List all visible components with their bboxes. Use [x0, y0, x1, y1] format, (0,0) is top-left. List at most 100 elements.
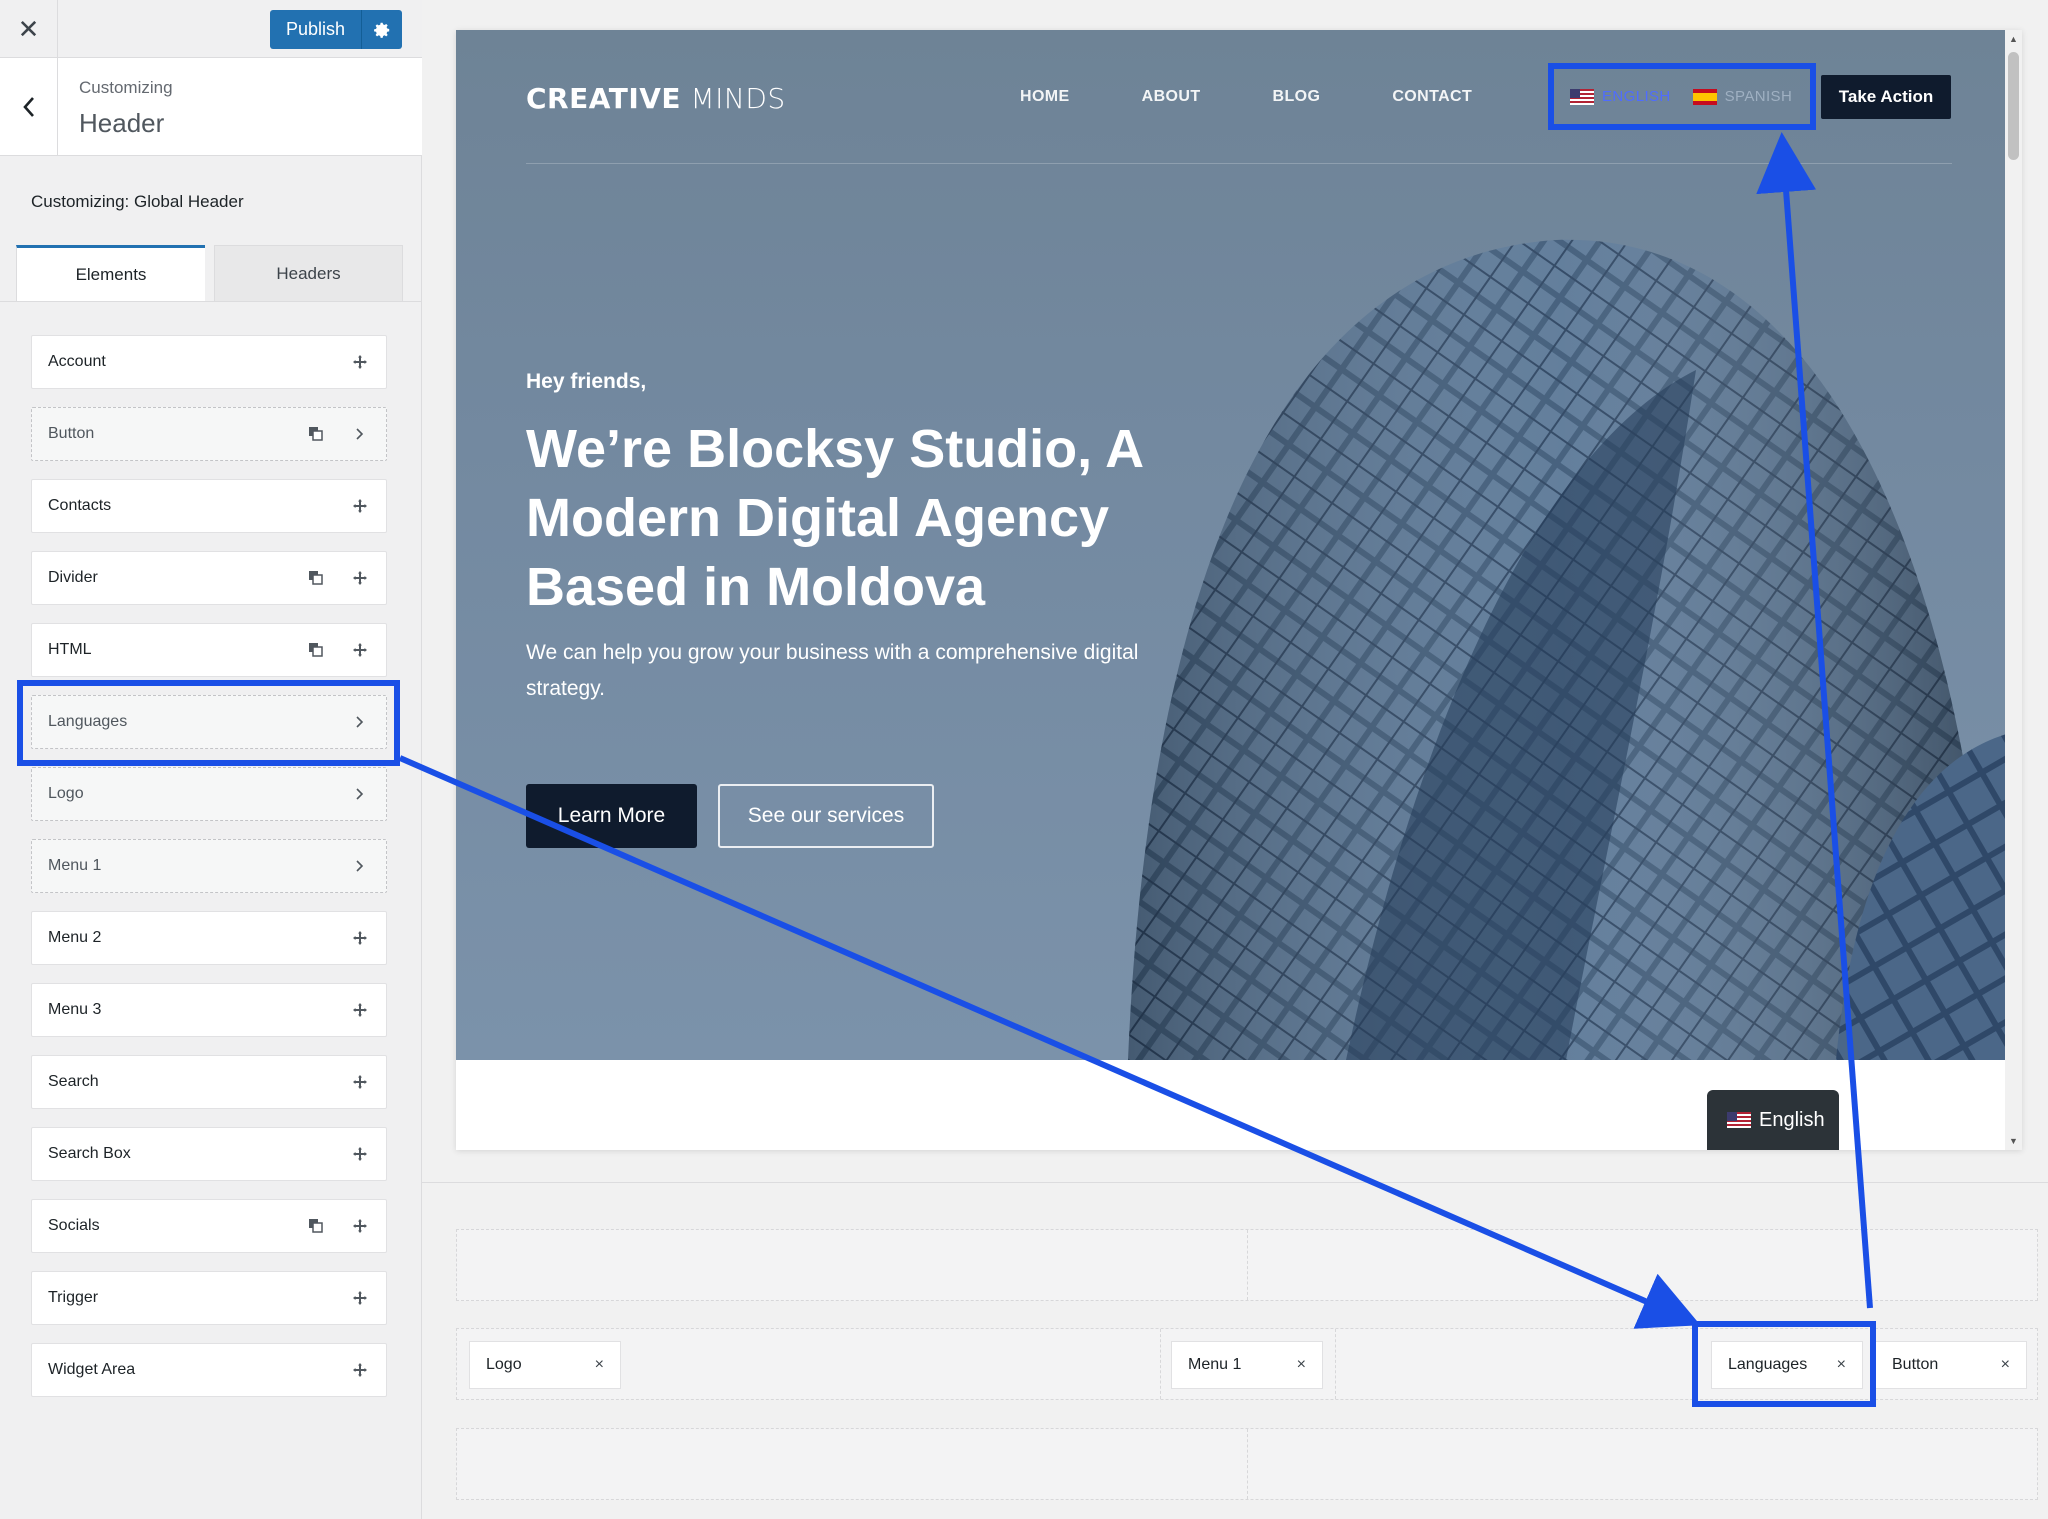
scroll-down-icon[interactable]: ▼: [2009, 1136, 2018, 1146]
breadcrumb: Customizing: [79, 78, 173, 97]
customizer-sidebar: ✕ Publish Customizing Header Customizing…: [0, 0, 422, 1519]
chip-label: Menu 1: [1188, 1356, 1242, 1373]
site-nav: HOME ABOUT BLOG CONTACT: [1020, 88, 1472, 106]
row-column-divider: [1335, 1329, 1336, 1399]
tabs-divider: [0, 301, 422, 302]
element-socials[interactable]: Socials: [31, 1199, 387, 1253]
tabs: Elements Headers: [16, 245, 403, 302]
chevron-right-icon[interactable]: [350, 856, 370, 876]
element-logo[interactable]: Logo: [31, 767, 387, 821]
take-action-button[interactable]: Take Action: [1821, 75, 1951, 119]
remove-icon[interactable]: ×: [595, 1356, 604, 1374]
element-label: Search: [48, 1073, 99, 1090]
element-search-box[interactable]: Search Box: [31, 1127, 387, 1181]
tab-headers[interactable]: Headers: [214, 245, 403, 302]
drag-move-icon[interactable]: [350, 1216, 370, 1236]
builder-chip-menu-1[interactable]: Menu 1 ×: [1171, 1341, 1323, 1389]
publish-button[interactable]: Publish: [270, 10, 362, 49]
lang-spanish-label: SPANISH: [1724, 88, 1793, 105]
element-trigger[interactable]: Trigger: [31, 1271, 387, 1325]
nav-contact[interactable]: CONTACT: [1392, 88, 1472, 106]
element-account[interactable]: Account: [31, 335, 387, 389]
remove-icon[interactable]: ×: [2001, 1356, 2010, 1374]
drag-move-icon[interactable]: [350, 928, 370, 948]
element-widget-area[interactable]: Widget Area: [31, 1343, 387, 1397]
element-label: Widget Area: [48, 1361, 136, 1378]
remove-icon[interactable]: ×: [1297, 1356, 1306, 1374]
nav-about[interactable]: ABOUT: [1142, 88, 1201, 106]
builder-bottom-row: [456, 1428, 2038, 1500]
builder-top-row: [456, 1229, 2038, 1301]
language-switcher: ENGLISH SPANISH: [1548, 63, 1816, 130]
drag-move-icon[interactable]: [350, 496, 370, 516]
drag-move-icon[interactable]: [350, 1288, 370, 1308]
duplicate-icon[interactable]: [306, 568, 326, 588]
site-logo[interactable]: CREATIVE MINDS: [526, 82, 786, 115]
gear-icon[interactable]: [362, 10, 402, 49]
drag-move-icon[interactable]: [350, 1072, 370, 1092]
element-button[interactable]: Button: [31, 407, 387, 461]
section-header: Customizing Header: [0, 58, 422, 156]
hero-headline: We’re Blocksy Studio, A Modern Digital A…: [526, 419, 1143, 617]
hero-section: CREATIVE MINDS HOME ABOUT BLOG CONTACT E…: [456, 30, 2022, 1060]
preview-scrollbar[interactable]: ▲ ▼: [2005, 30, 2022, 1150]
builder-chip-logo[interactable]: Logo ×: [469, 1341, 621, 1389]
chevron-right-icon[interactable]: [350, 712, 370, 732]
element-html[interactable]: HTML: [31, 623, 387, 677]
duplicate-icon[interactable]: [306, 424, 326, 444]
tab-elements[interactable]: Elements: [16, 245, 205, 302]
chevron-right-icon[interactable]: [350, 784, 370, 804]
drag-move-icon[interactable]: [350, 1144, 370, 1164]
element-label: Logo: [48, 785, 84, 802]
element-label: Trigger: [48, 1289, 99, 1306]
drag-move-icon[interactable]: [350, 352, 370, 372]
duplicate-icon[interactable]: [306, 1216, 326, 1236]
element-search[interactable]: Search: [31, 1055, 387, 1109]
element-menu-3[interactable]: Menu 3: [31, 983, 387, 1037]
element-contacts[interactable]: Contacts: [31, 479, 387, 533]
builder-chip-languages[interactable]: Languages ×: [1711, 1341, 1863, 1389]
duplicate-icon[interactable]: [306, 640, 326, 660]
scroll-up-icon[interactable]: ▲: [2009, 34, 2018, 44]
hero-eyebrow: Hey friends,: [526, 370, 647, 393]
header-divider: [526, 163, 1952, 164]
nav-blog[interactable]: BLOG: [1273, 88, 1321, 106]
element-label: Menu 2: [48, 929, 102, 946]
element-label: Socials: [48, 1217, 100, 1234]
element-divider[interactable]: Divider: [31, 551, 387, 605]
element-label: Search Box: [48, 1145, 131, 1162]
element-menu-2[interactable]: Menu 2: [31, 911, 387, 965]
logo-light-text: MINDS: [690, 82, 786, 115]
see-services-button[interactable]: See our services: [718, 784, 934, 848]
floating-language-button[interactable]: English: [1707, 1090, 1839, 1150]
chip-label: Languages: [1728, 1356, 1808, 1373]
publish-group: Publish: [269, 10, 402, 49]
drag-move-icon[interactable]: [350, 640, 370, 660]
drag-move-icon[interactable]: [350, 1000, 370, 1020]
spain-flag-icon: [1692, 88, 1717, 105]
element-label: Button: [48, 425, 95, 442]
drag-move-icon[interactable]: [350, 568, 370, 588]
lang-spanish[interactable]: SPANISH: [1692, 88, 1793, 105]
element-languages[interactable]: Languages: [31, 695, 387, 749]
element-label: Menu 1: [48, 857, 102, 874]
chevron-right-icon[interactable]: [350, 424, 370, 444]
lang-english[interactable]: ENGLISH: [1570, 88, 1671, 105]
element-menu-1[interactable]: Menu 1: [31, 839, 387, 893]
back-chevron-icon[interactable]: [0, 58, 58, 156]
close-icon[interactable]: ✕: [0, 0, 58, 58]
builder-chip-button[interactable]: Button ×: [1875, 1341, 2027, 1389]
section-title: Header: [79, 108, 165, 138]
scroll-thumb[interactable]: [2008, 52, 2019, 160]
element-label: Languages: [48, 713, 128, 730]
remove-icon[interactable]: ×: [1837, 1356, 1846, 1374]
element-label: Divider: [48, 569, 98, 586]
us-flag-icon: [1570, 88, 1594, 105]
drag-move-icon[interactable]: [350, 1360, 370, 1380]
element-label: Account: [48, 353, 106, 370]
element-label: HTML: [48, 641, 92, 658]
nav-home[interactable]: HOME: [1020, 88, 1070, 106]
customizer-topbar: ✕ Publish: [0, 0, 422, 58]
learn-more-button[interactable]: Learn More: [526, 784, 697, 848]
us-flag-icon: [1727, 1112, 1751, 1128]
